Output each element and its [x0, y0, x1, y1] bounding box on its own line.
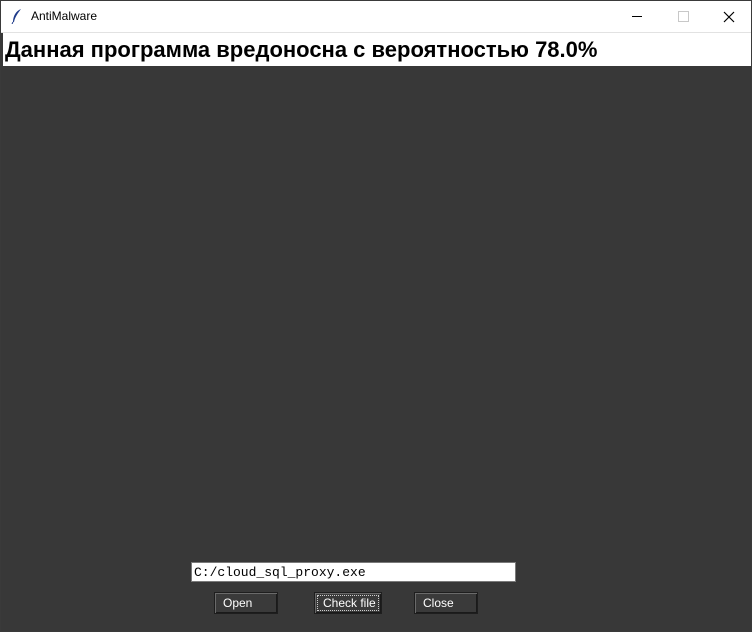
minimize-button[interactable] [614, 1, 660, 32]
close-button[interactable]: Close [414, 592, 478, 614]
open-button[interactable]: Open [214, 592, 278, 614]
app-window: AntiMalware Данная программа вредоносна … [0, 0, 752, 632]
result-message: Данная программа вредоносна с вероятност… [3, 33, 751, 66]
feather-icon [10, 8, 24, 25]
check-file-button[interactable]: Check file [314, 592, 382, 614]
close-icon [723, 11, 735, 22]
minimize-icon [632, 16, 642, 17]
window-title: AntiMalware [31, 9, 98, 23]
maximize-icon [677, 11, 689, 22]
maximize-button[interactable] [660, 1, 706, 32]
file-path-input[interactable] [191, 562, 516, 582]
close-window-button[interactable] [706, 1, 752, 32]
title-bar[interactable]: AntiMalware [1, 1, 751, 33]
